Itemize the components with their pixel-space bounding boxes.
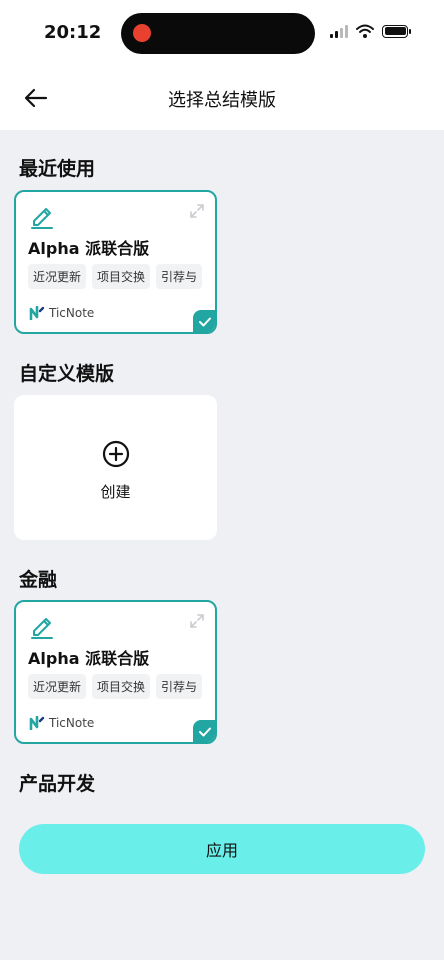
apply-button[interactable]: 应用 (19, 824, 425, 874)
pencil-icon (30, 203, 54, 233)
template-tag: 引荐与 (156, 674, 203, 699)
template-tags: 近况更新 项目交换 引荐与 (28, 674, 203, 699)
ticnote-logo-icon (29, 306, 45, 320)
brand: TicNote (29, 716, 94, 730)
selected-badge (193, 310, 215, 332)
template-card-recent[interactable]: Alpha 派联合版 近况更新 项目交换 引荐与 TicNote (14, 190, 217, 334)
expand-icon[interactable] (189, 613, 205, 633)
status-bar: 20:12 (0, 0, 444, 66)
wifi-icon (356, 24, 374, 38)
section-title-finance: 金融 (19, 569, 58, 591)
status-icons (330, 24, 411, 38)
checkmark-icon (199, 727, 211, 737)
recording-indicator-icon (133, 24, 151, 42)
create-label: 创建 (100, 483, 131, 501)
cellular-signal-icon (330, 24, 348, 38)
selected-badge (193, 720, 215, 742)
template-tag: 项目交换 (92, 674, 151, 699)
template-tag: 项目交换 (92, 264, 151, 289)
battery-icon (382, 24, 411, 38)
brand: TicNote (29, 306, 94, 320)
ticnote-logo-icon (29, 716, 45, 730)
section-title-product: 产品开发 (19, 773, 96, 795)
status-time: 20:12 (44, 22, 102, 43)
dynamic-island (121, 13, 315, 54)
template-tags: 近况更新 项目交换 引荐与 (28, 264, 203, 289)
expand-icon[interactable] (189, 203, 205, 223)
brand-name: TicNote (49, 306, 95, 320)
brand-name: TicNote (49, 716, 95, 730)
pencil-icon (30, 613, 54, 643)
template-tag: 近况更新 (28, 264, 87, 289)
template-card-finance[interactable]: Alpha 派联合版 近况更新 项目交换 引荐与 TicNote (14, 600, 217, 744)
template-tag: 引荐与 (156, 264, 203, 289)
template-tag: 近况更新 (28, 674, 87, 699)
template-name: Alpha 派联合版 (28, 649, 150, 668)
nav-header: 选择总结模版 (0, 66, 444, 130)
create-template-button[interactable]: 创建 (14, 395, 217, 540)
page-title: 选择总结模版 (168, 90, 276, 111)
checkmark-icon (199, 317, 211, 327)
section-title-custom: 自定义模版 (19, 363, 115, 385)
template-name: Alpha 派联合版 (28, 239, 150, 258)
section-title-recent: 最近使用 (19, 158, 96, 180)
plus-circle-icon (102, 440, 130, 472)
